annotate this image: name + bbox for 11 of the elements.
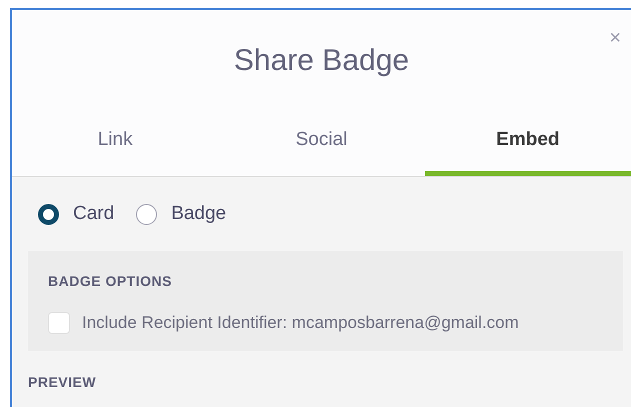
dialog-title: Share Badge [234, 42, 410, 78]
checkbox[interactable] [48, 312, 70, 334]
close-button[interactable]: × [609, 28, 621, 48]
tab[interactable]: Link [12, 110, 218, 176]
section-heading: BADGE OPTIONS [48, 272, 172, 291]
tab[interactable]: Embed [424, 110, 631, 176]
section-heading: PREVIEW [28, 374, 96, 390]
radio-option[interactable]: Badge [136, 200, 226, 228]
tab[interactable]: Social [218, 110, 425, 176]
checkbox-option[interactable]: Include Recipient Identifier: mcamposbarrena@gmail.com [48, 310, 519, 336]
radio-option[interactable]: Card [38, 200, 114, 228]
